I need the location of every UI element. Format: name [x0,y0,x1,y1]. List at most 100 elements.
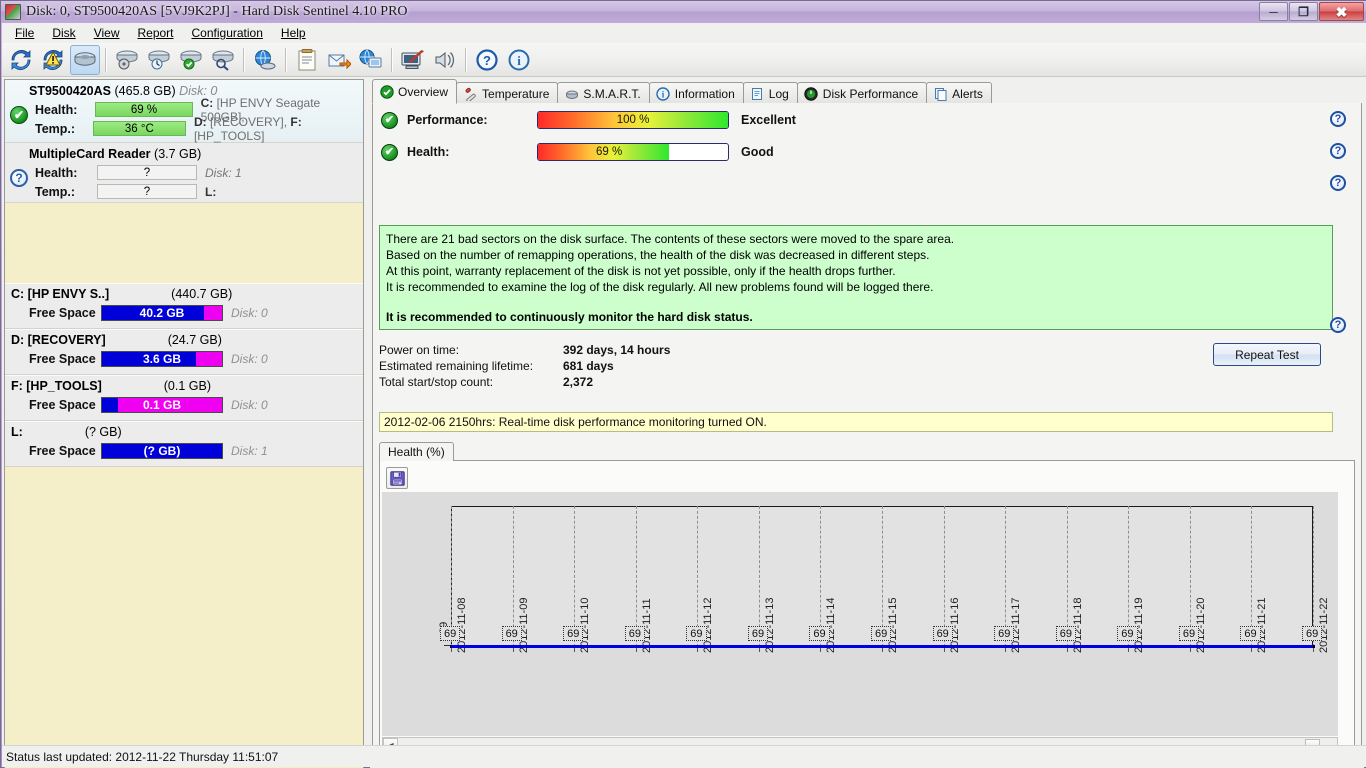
volume-entry-c[interactable]: C: [HP ENVY S..] (440.7 GB) Free Space 4… [5,283,363,329]
disk-0-name: ST9500420AS [29,84,112,98]
about-icon[interactable]: i [504,45,534,75]
app-icon [5,4,21,20]
check-circle-icon [379,84,394,99]
menu-report[interactable]: Report [128,24,182,42]
minimize-button[interactable]: ─ [1259,2,1288,21]
volume-f-free-label: Free Space [29,397,96,412]
help-repeat-test-icon[interactable]: ? [1330,317,1346,333]
chart-data-label: 69 [501,626,522,641]
configuration-icon[interactable] [398,45,428,75]
disk-1-health-label: Health: [35,165,78,180]
menu-configuration[interactable]: Configuration [183,24,272,42]
tab-alerts[interactable]: Alerts [926,82,992,104]
disk-1-id: Disk: 1 [205,165,242,180]
tab-log[interactable]: Log [742,82,798,104]
advice-recommendation: It is recommended to continuously monito… [386,310,753,324]
performance-status-text: Excellent [741,113,796,127]
tab-disk-performance[interactable]: Disk Performance [796,82,928,104]
volume-c-free-label: Free Space [29,305,96,320]
disk-1-letter-label: L: [205,184,217,199]
disk-entry-0[interactable]: ST9500420AS (465.8 GB) Disk: 0 ✔ Health:… [5,80,363,143]
volume-entry-l[interactable]: L: (? GB) Free Space (? GB) Disk: 1 [5,421,363,467]
power-on-time-label: Power on time: [379,343,460,357]
volume-d-free-value: 3.6 GB [142,351,181,366]
main-panel: Overview Temperature S.M.A.R.T. i Inform… [370,79,1364,768]
disk-overview-icon[interactable] [70,44,100,75]
disk-0-health-label: Health: [35,102,78,117]
disk-1-status-unknown-icon: ? [10,169,28,187]
volume-l-letter: L: [11,425,23,439]
network-disk-icon[interactable] [250,45,280,75]
advice-line-3: At this point, warranty replacement of t… [386,264,896,278]
menu-help[interactable]: Help [272,24,315,42]
maximize-button[interactable]: ❐ [1289,2,1318,21]
chart-plot-inner: 69 2012-11-08692012-11-09692012-11-10692… [382,492,1338,736]
performance-status-icon: ✔ [381,111,398,129]
chart-data-label: 69 [871,626,892,641]
disk-surface-test-icon[interactable] [112,45,142,75]
toolbar-separator-4 [391,47,393,72]
volume-d-free-label: Free Space [29,351,96,366]
repeat-test-button[interactable]: Repeat Test [1213,343,1321,366]
disk-entry-1[interactable]: MultipleCard Reader (3.7 GB) ? Health: ?… [5,143,363,203]
warning-refresh-icon[interactable] [38,45,68,75]
volume-f-capacity: (0.1 GB) [163,379,211,393]
disk-performance-icon[interactable] [144,45,174,75]
volume-d-capacity: (24.7 GB) [167,333,222,347]
chart-tab-health[interactable]: Health (%) [379,442,454,461]
toolbar-separator-3 [285,47,287,72]
remaining-lifetime-label: Estimated remaining lifetime: [379,359,534,373]
volume-entry-d[interactable]: D: [RECOVERY] (24.7 GB) Free Space 3.6 G… [5,329,363,375]
menu-help-label: Help [280,26,306,40]
help-icon[interactable]: ? [472,45,502,75]
disk-verify-icon[interactable] [176,45,206,75]
tab-temperature-label: Temperature [482,86,550,101]
disk-list-panel: ST9500420AS (465.8 GB) Disk: 0 ✔ Health:… [4,79,364,768]
remote-monitor-icon[interactable] [356,45,386,75]
disk-search-icon[interactable] [208,45,238,75]
volume-l-row: Free Space (? GB) Disk: 1 [5,440,363,461]
disk-0-status-ok-icon: ✔ [10,106,28,124]
svg-text:i: i [517,53,521,68]
tab-overview[interactable]: Overview [372,79,458,104]
help-advice-icon[interactable]: ? [1330,175,1346,191]
help-health-icon[interactable]: ? [1330,143,1346,159]
chart-data-label: 69 [994,626,1015,641]
tab-information[interactable]: i Information [648,82,744,104]
tab-smart[interactable]: S.M.A.R.T. [557,82,650,104]
disk-1-temp-label: Temp.: [35,184,76,199]
alerts-sound-icon[interactable] [430,45,460,75]
log-line: 2012-02-06 2150hrs: Real-time disk perfo… [379,412,1333,432]
report-icon[interactable] [292,45,322,75]
health-label: Health: [407,145,450,159]
menu-report-label: Report [137,26,174,40]
menu-view[interactable]: View [85,24,129,42]
help-performance-icon[interactable]: ? [1330,111,1346,127]
health-row: ✔ Health: 69 % Good [381,143,774,161]
copy-page-icon [933,86,948,101]
tab-temperature[interactable]: Temperature [456,82,559,104]
volume-entry-f[interactable]: F: [HP_TOOLS] (0.1 GB) Free Space 0.1 GB… [5,375,363,421]
maximize-icon: ❐ [1298,4,1309,19]
volume-l-free-bar: (? GB) [101,442,223,459]
start-stop-count-row: Total start/stop count: 2,372 [379,374,670,390]
send-report-icon[interactable] [324,45,354,75]
disk-0-temp-label: Temp.: [35,121,76,136]
volume-c-free-bar: 40.2 GB [101,304,223,321]
save-floppy-icon[interactable] [386,467,408,489]
tab-information-label: Information [674,86,735,101]
volume-f-letter: F: [HP_TOOLS] [11,379,102,393]
menu-file[interactable]: File [6,24,43,42]
chart-data-label: 69 [686,626,707,641]
start-stop-count-label: Total start/stop count: [379,375,494,389]
refresh-icon[interactable] [6,45,36,75]
chart-data-label: 69 [1117,626,1138,641]
volume-f-bar-used [102,397,118,412]
advice-line-1: There are 21 bad sectors on the disk sur… [386,232,955,246]
menu-disk[interactable]: Disk [43,24,84,42]
gauge-icon [804,86,819,101]
volume-l-title: L: (? GB) [5,422,363,440]
close-button[interactable]: ✖ [1319,2,1364,21]
chart-data-label: 69 [747,626,769,641]
chart-data-label: 69 [1240,626,1261,641]
